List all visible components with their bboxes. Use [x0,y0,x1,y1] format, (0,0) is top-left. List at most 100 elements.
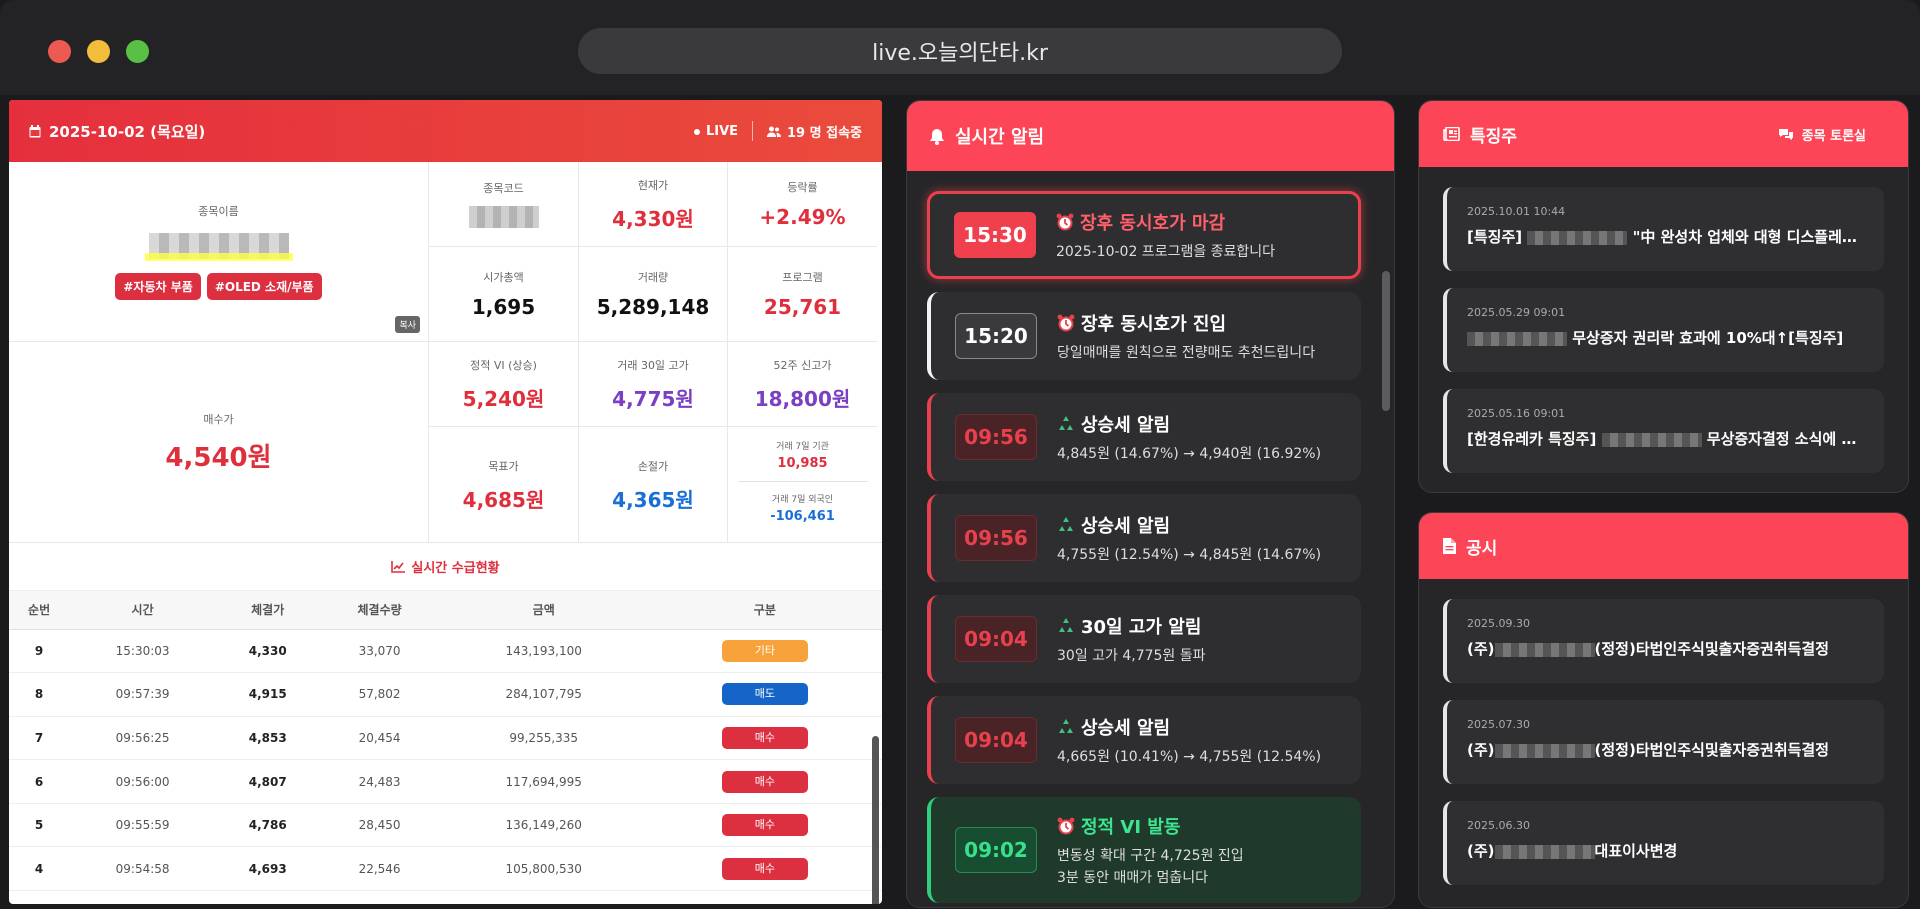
news-title: [한경유레카 특징주] 무상증자결정 소식에 … [1467,428,1864,449]
copy-button[interactable]: 복사 [395,316,420,333]
row-qty: 20,454 [319,716,440,761]
trade-table: 순번 시간 체결가 체결수량 금액 구분 9 15:30:03 4,330 33,07… [9,591,882,892]
discussion-link-text[interactable]: 종목 토론실 [1802,125,1866,144]
current-price-label: 현재가 [637,178,669,192]
table-scrollbar[interactable] [872,736,879,904]
vi-label: 정적 VI (상승) [470,358,537,372]
alert-title: 장후 동시호가 마감 [1080,213,1226,234]
row-type: 기타 [647,629,882,674]
minimize-window-button[interactable] [87,40,110,63]
alarm-clock-icon [1057,817,1075,835]
volume: 5,289,148 [596,295,710,319]
alert-item[interactable]: 09:56 상승세 알림 4,755원 (12.54%) → 4,845원 (14.… [927,494,1361,582]
type-badge: 매수 [721,770,808,793]
alert-desc-2: 3분 동안 매매가 멈춥니다 [1057,870,1209,886]
marketcap: 1,695 [471,295,536,319]
alert-title-row: 상승세 알림 [1057,512,1321,538]
alarm-clock-icon [1057,314,1075,332]
news-item[interactable]: 2025.09.30 (주) (정정)타법인주식및출자증권취득결정 [1443,599,1884,683]
newspaper-icon [1443,127,1460,141]
table-header-row: 순번 시간 체결가 체결수량 금액 구분 [9,591,882,630]
target-label: 목표가 [488,459,519,473]
alert-title: 상승세 알림 [1081,718,1171,739]
alert-text: 상승세 알림 4,845원 (14.67%) → 4,940원 (16.92%) [1057,411,1321,463]
alert-title-row: 장후 동시호가 진입 [1057,310,1315,336]
stock-header: 2025-10-02 (목요일) LIVE 19 명 접속중 [9,100,882,162]
alert-title: 상승세 알림 [1081,516,1171,537]
comments-icon [1778,128,1793,140]
alerts-scrollbar[interactable] [1382,271,1390,411]
row-price: 4,853 [216,716,320,761]
news-title-suffix: 대표이사변경 [1594,842,1678,860]
high30-label: 거래 30일 고가 [617,358,689,372]
stock-code-redacted [468,206,539,228]
news-item[interactable]: 2025.05.16 09:01 [한경유레카 특징주] 무상증자결정 소식에 … [1443,389,1884,473]
col-price: 체결가 [216,591,320,630]
type-badge: 매수 [721,857,808,880]
row-qty: 22,546 [319,846,440,892]
news-date: 2025.05.29 09:01 [1467,306,1566,319]
change-label: 등락률 [787,181,818,194]
alert-item[interactable]: 09:04 30일 고가 알림 30일 고가 4,775원 돌파 [927,595,1361,683]
news-title-prefix: [특징주] [1467,228,1528,246]
buy-price-label: 매수가 [203,413,234,426]
buy-price: 4,540원 [159,437,278,476]
news-item[interactable]: 2025.05.29 09:01 무상증자 권리락 효과에 10%대↑[특징주] [1443,288,1884,372]
row-amount: 136,149,260 [439,803,648,848]
news-title: (주) (정정)타법인주식및출자증권취득결정 [1467,638,1864,659]
stock-name-label: 종목이름 [198,205,239,218]
discussion-link[interactable]: 종목 토론실 [1778,125,1866,144]
news-item[interactable]: 2025.06.30 (주) 대표이사변경 [1443,801,1884,885]
featured-title: 특징주 [1470,126,1517,147]
news-item[interactable]: 2025.07.30 (주) (정정)타법인주식및출자증권취득결정 [1443,700,1884,784]
alert-text: 정적 VI 발동 변동성 확대 구간 4,725원 진입 3분 동안 매매가 멈춥니… [1057,813,1244,887]
close-window-button[interactable] [48,40,71,63]
alert-text: 상승세 알림 4,665원 (10.41%) → 4,755원 (12.54%) [1057,714,1321,766]
redacted-name [1494,642,1595,657]
row-amount: 143,193,100 [439,629,648,674]
tag-oled[interactable]: #OLED 소재/부품 [206,273,322,300]
row-time: 09:57:39 [69,672,216,717]
news-title: 무상증자 권리락 효과에 10%대↑[특징주] [1467,327,1864,348]
alert-title-row: 상승세 알림 [1057,714,1321,740]
alert-time: 09:02 [955,827,1037,873]
news-title-prefix: (주) [1467,842,1495,860]
foreign7-label: 거래 7일 외국인 [771,495,834,505]
alert-item[interactable]: 09:02 정적 VI 발동 변동성 확대 구간 4,725원 진입 3분 동안 매매… [927,797,1361,903]
live-indicator: LIVE [693,124,738,139]
row-no: 9 [9,629,70,674]
notice-panel: 공시 2025.09.30 (주) (정정)타법인주식및출자증권취득결정 2025.0… [1418,512,1909,908]
stock-name-cell: 종목이름 #자동차 부품 #OLED 소재/부품 복사 [9,162,428,342]
news-title: [특징주] "中 완성차 업체와 대형 디스플레… [1467,226,1864,247]
col-no: 순번 [9,591,70,630]
chart-line-icon [391,560,406,573]
volume-label: 거래량 [637,271,669,284]
maximize-window-button[interactable] [126,40,149,63]
news-title: (주) 대표이사변경 [1467,840,1864,861]
current-price-cell: 현재가 4,330원 [578,162,727,247]
row-qty: 28,450 [319,803,440,848]
alert-text: 상승세 알림 4,755원 (12.54%) → 4,845원 (14.67%) [1057,512,1321,564]
inst-foreign-cell: 거래 7일 기관 10,985 거래 7일 외국인 -106,461 [727,427,877,543]
notice-title: 공시 [1466,538,1498,559]
row-no: 5 [9,803,70,848]
alert-item[interactable]: 09:04 상승세 알림 4,665원 (10.41%) → 4,755원 (12.… [927,696,1361,784]
high52-cell: 52주 신고가 18,800원 [727,342,877,427]
address-bar[interactable]: live.오늘의단타.kr [578,28,1342,74]
news-date: 2025.06.30 [1467,819,1530,832]
news-date: 2025.07.30 [1467,718,1530,731]
alert-item[interactable]: 15:20 장후 동시호가 진입 당일매매를 원칙으로 전량매도 추천드립니다 [927,292,1361,380]
alert-item[interactable]: 09:56 상승세 알림 4,845원 (14.67%) → 4,940원 (16.… [927,393,1361,481]
browser-chrome: live.오늘의단타.kr [0,0,1920,95]
news-item[interactable]: 2025.10.01 10:44 [특징주] "中 완성차 업체와 대형 디스플레… [1443,187,1884,271]
program-cell: 프로그램 25,761 [727,247,877,342]
stock-info-panel: 2025-10-02 (목요일) LIVE 19 명 접속중 종목이름 #자동차… [9,100,882,904]
tag-auto-parts[interactable]: #자동차 부품 [115,273,201,300]
marketcap-cell: 시가총액 1,695 [428,247,578,342]
news-date: 2025.05.16 09:01 [1467,407,1566,420]
redacted-name [1494,743,1595,758]
high30-cell: 거래 30일 고가 4,775원 [578,342,727,427]
flow-title: 실시간 수급현황 [9,543,882,591]
alert-item[interactable]: 15:30 장후 동시호가 마감 2025-10-02 프로그램을 종료합니다 [927,191,1361,279]
row-qty: 24,483 [319,759,440,804]
